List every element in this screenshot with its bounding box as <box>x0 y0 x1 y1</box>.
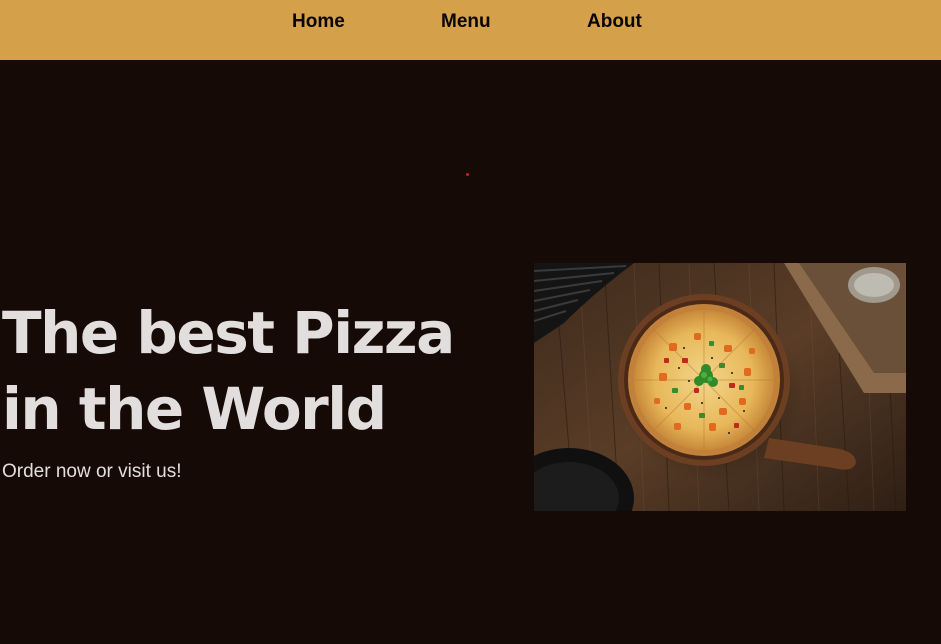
hero-title-line-1: The best Pizza <box>2 299 455 367</box>
nav-link-home[interactable]: Home <box>292 11 345 33</box>
nav-link-menu[interactable]: Menu <box>441 11 491 33</box>
nav-link-about[interactable]: About <box>587 11 642 33</box>
page: Home Menu About The best Pizza in the Wor… <box>0 0 941 644</box>
pizza-illustration <box>534 263 906 511</box>
hero-subtitle: Order now or visit us! <box>2 461 182 482</box>
decorative-dot <box>466 173 469 176</box>
hero-title-line-2: in the World <box>2 375 387 443</box>
hero-title: The best Pizza in the World <box>2 295 472 447</box>
hero-pizza-image <box>534 263 906 511</box>
top-navbar: Home Menu About <box>0 0 941 60</box>
